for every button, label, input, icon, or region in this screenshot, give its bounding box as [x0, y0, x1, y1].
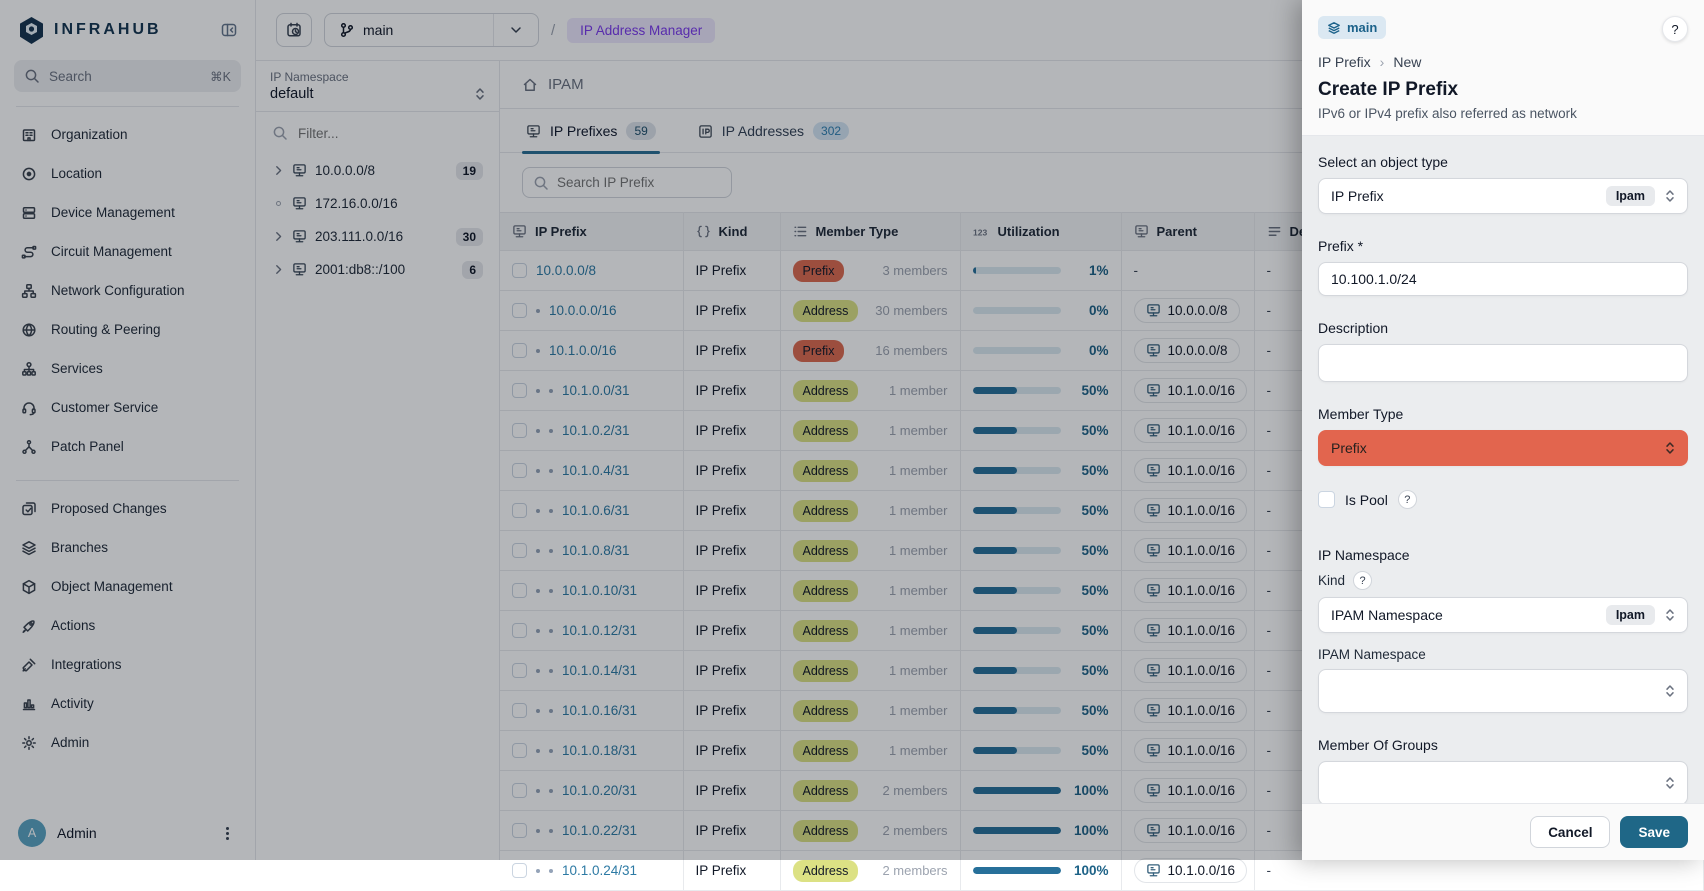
kind-select[interactable]: IPAM Namespace Ipam: [1318, 597, 1688, 633]
save-button[interactable]: Save: [1620, 816, 1688, 848]
utilization-bar: [973, 867, 1061, 874]
drawer-breadcrumb: IP Prefix › New: [1318, 54, 1688, 70]
cancel-button[interactable]: Cancel: [1530, 816, 1610, 848]
drawer-form: Select an object type IP Prefix Ipam Pre…: [1302, 136, 1704, 803]
ipam-namespace-select[interactable]: [1318, 669, 1688, 713]
breadcrumb-current: New: [1393, 54, 1421, 70]
kind-badge: Ipam: [1606, 605, 1655, 625]
member-of-groups-select[interactable]: [1318, 761, 1688, 803]
object-type-kind-badge: Ipam: [1606, 186, 1655, 206]
chevron-updown-icon: [1665, 441, 1675, 455]
object-type-value: IP Prefix: [1331, 188, 1606, 204]
chevron-updown-icon: [1665, 684, 1675, 698]
drawer-header: main ? IP Prefix › New Create IP Prefix …: [1302, 0, 1704, 136]
description-input[interactable]: [1318, 344, 1688, 382]
member-type-badge: Address: [793, 860, 859, 882]
member-type-value: Prefix: [1331, 440, 1665, 456]
help-button[interactable]: ?: [1662, 16, 1688, 42]
prefix-link[interactable]: 10.1.0.24/31: [562, 863, 637, 878]
kind-help-icon[interactable]: ?: [1353, 571, 1372, 590]
layers-icon: [1327, 21, 1341, 35]
breadcrumb-parent: IP Prefix: [1318, 54, 1371, 70]
prefix-input[interactable]: [1318, 262, 1688, 296]
kind-label-row: Kind ?: [1318, 571, 1688, 590]
ipam-namespace-label: IPAM Namespace: [1318, 647, 1688, 662]
branch-badge: main: [1318, 16, 1386, 39]
kind-label: Kind: [1318, 573, 1345, 588]
drawer-footer: Cancel Save: [1302, 803, 1704, 860]
description-label: Description: [1318, 320, 1688, 336]
kind-value: IPAM Namespace: [1331, 607, 1606, 623]
parent-link[interactable]: 10.1.0.0/16: [1134, 858, 1248, 883]
modal-dim-overlay[interactable]: [0, 0, 1302, 860]
chevron-right-icon: ›: [1380, 54, 1385, 70]
member-type-label: Member Type: [1318, 406, 1688, 422]
drawer-subtitle: IPv6 or IPv4 prefix also referred as net…: [1318, 106, 1688, 121]
member-type-select[interactable]: Prefix: [1318, 430, 1688, 466]
is-pool-label: Is Pool: [1345, 492, 1388, 508]
row-checkbox[interactable]: [512, 863, 527, 878]
is-pool-checkbox[interactable]: [1318, 491, 1335, 508]
object-type-label: Select an object type: [1318, 154, 1688, 170]
prefix-icon: [1146, 863, 1161, 878]
chevron-updown-icon: [1665, 189, 1675, 203]
prefix-label: Prefix *: [1318, 238, 1688, 254]
ip-namespace-section-label: IP Namespace: [1318, 547, 1688, 563]
is-pool-field: Is Pool ?: [1318, 490, 1688, 509]
branch-badge-label: main: [1347, 20, 1377, 35]
chevron-updown-icon: [1665, 776, 1675, 790]
drawer-title: Create IP Prefix: [1318, 79, 1688, 101]
create-ip-prefix-drawer: main ? IP Prefix › New Create IP Prefix …: [1302, 0, 1704, 860]
utilization-value: 100%: [1071, 863, 1109, 878]
members-count: 2 members: [882, 863, 947, 878]
member-of-groups-label: Member Of Groups: [1318, 737, 1688, 753]
chevron-updown-icon: [1665, 608, 1675, 622]
object-type-select[interactable]: IP Prefix Ipam: [1318, 178, 1688, 214]
is-pool-help-icon[interactable]: ?: [1398, 490, 1417, 509]
